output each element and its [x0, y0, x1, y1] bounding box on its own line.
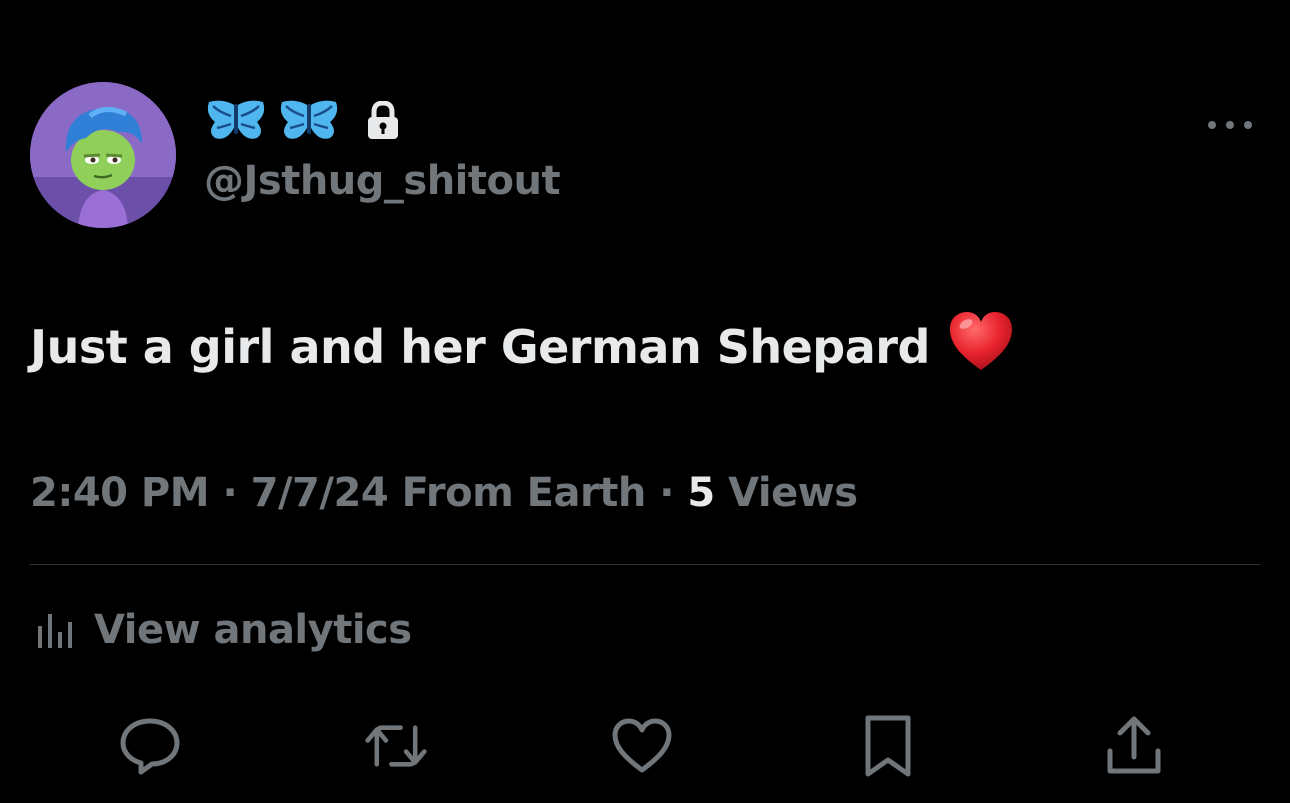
retweet-icon — [365, 725, 427, 767]
view-analytics-label: View analytics — [94, 607, 412, 653]
tweet-text: Just a girl and her German Shepard — [30, 310, 1014, 383]
butterfly-icon — [207, 100, 265, 139]
reply-icon — [120, 718, 180, 775]
like-icon — [612, 718, 672, 773]
like-button[interactable] — [610, 714, 674, 778]
share-icon — [1107, 716, 1161, 774]
tweet-body: Just a girl and her German Shepard — [30, 319, 930, 374]
display-name-text — [205, 98, 340, 149]
lock-icon — [366, 100, 400, 145]
view-analytics-button[interactable]: View analytics — [36, 602, 412, 658]
user-handle[interactable]: @Jsthug_shitout — [204, 158, 561, 204]
views-label: Views — [728, 470, 858, 516]
tweet-meta: 2:40 PM · 7/7/24 From Earth · 5 Views — [30, 470, 858, 516]
tweet-time[interactable]: 2:40 PM — [30, 470, 210, 516]
analytics-icon — [38, 614, 72, 648]
butterfly-icon — [281, 100, 338, 139]
more-icon — [1208, 121, 1252, 129]
more-options-button[interactable] — [1200, 108, 1260, 142]
tweet-source: From Earth — [401, 470, 647, 516]
bookmark-icon — [865, 715, 911, 777]
avatar-image — [30, 82, 176, 228]
divider — [30, 564, 1260, 565]
tweet-date[interactable]: 7/7/24 — [251, 470, 389, 516]
separator-dot: · — [222, 470, 251, 516]
avatar[interactable] — [30, 82, 176, 228]
reply-button[interactable] — [118, 714, 182, 778]
bookmark-button[interactable] — [856, 714, 920, 778]
retweet-button[interactable] — [364, 714, 428, 778]
display-name[interactable] — [205, 98, 400, 148]
separator-dot: · — [659, 470, 688, 516]
views-count: 5 — [687, 470, 715, 516]
heart-emoji-icon — [948, 310, 1014, 383]
share-button[interactable] — [1102, 714, 1166, 778]
